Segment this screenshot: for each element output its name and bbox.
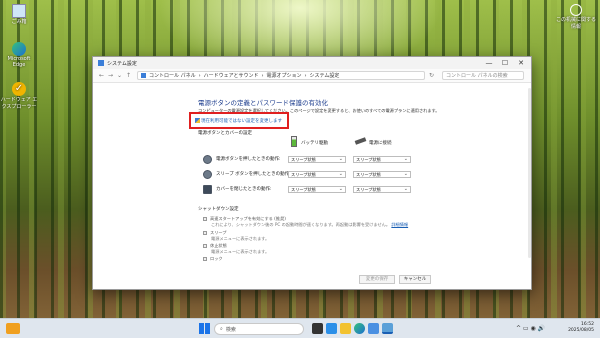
window-icon xyxy=(98,60,104,66)
desktop-icon-hardware[interactable]: ✓ ハードウェア エクスプローラー xyxy=(0,82,38,110)
option-label: ロック xyxy=(210,256,223,261)
column-plugged: 電源に接続 xyxy=(369,141,392,146)
back-icon[interactable]: ← xyxy=(97,72,106,79)
plug-icon xyxy=(354,137,367,145)
checkbox[interactable] xyxy=(203,217,207,221)
lid-row: カバーを閉じたときの動作: xyxy=(203,184,272,194)
date: 2025/08/05 xyxy=(568,328,594,333)
desktop-icon-label: この机械に関する情報 xyxy=(556,17,597,30)
checkbox[interactable] xyxy=(203,231,207,235)
search-icon: ⌕ xyxy=(220,326,223,332)
desktop-icon-system-info[interactable]: この机械に関する情報 xyxy=(556,4,596,30)
file-explorer-icon[interactable] xyxy=(340,323,351,334)
recycle-bin-icon xyxy=(12,4,26,18)
edge-tb-icon[interactable] xyxy=(354,323,365,334)
edge-icon xyxy=(12,42,26,56)
save-button[interactable]: 変更の保存 xyxy=(359,275,395,284)
title-bar[interactable]: システム設定 — ☐ ✕ xyxy=(93,57,531,69)
checkbox[interactable] xyxy=(203,244,207,248)
power-button-row: 電源ボタンを押したときの動作: xyxy=(203,154,281,164)
search-input[interactable]: コントロール パネルの検索 xyxy=(442,71,524,80)
desktop-icon-label: Microsoft Edge xyxy=(7,56,31,68)
row-label: スリープ ボタンを押したときの動作: xyxy=(216,172,291,177)
gear-icon xyxy=(570,4,582,16)
sleep-button-row: スリープ ボタンを押したときの動作: xyxy=(203,169,291,179)
forward-icon[interactable]: → xyxy=(106,72,115,79)
start-button[interactable] xyxy=(199,323,210,334)
chevron-down-icon[interactable]: ⌄ xyxy=(115,72,124,79)
cancel-button[interactable]: キャンセル xyxy=(399,275,431,284)
breadcrumb-item[interactable]: コントロール パネル xyxy=(149,72,196,79)
power-plugged-select[interactable]: スリープ状態 xyxy=(353,156,411,163)
taskbar-search[interactable]: ⌕ 検索 xyxy=(214,323,304,335)
main-content: 電源ボタンの定義とパスワード保護の有効化 コンピューターの電源設定を選択してくだ… xyxy=(93,84,533,291)
desktop-icon-recycle-bin[interactable]: ごみ箱 xyxy=(4,4,34,25)
taskbar: ⌕ 検索 ^ ▭ ◉ 🔊 16:52 2025/08/05 xyxy=(0,318,600,338)
desktop-icon-label: ハードウェア エクスプローラー xyxy=(0,97,38,110)
address-bar: ← → ⌄ ↑ コントロール パネル › ハードウェアとサウンド › 電源オプション… xyxy=(93,69,531,83)
power-battery-select[interactable]: スリープ状態 xyxy=(288,156,346,163)
shield-icon xyxy=(195,118,200,123)
widgets-icon[interactable] xyxy=(6,323,20,334)
scrollbar[interactable] xyxy=(528,88,531,258)
desktop-icon-label: ごみ箱 xyxy=(11,19,27,25)
shutdown-section-title: シャットダウン設定 xyxy=(198,207,239,212)
laptop-lid-icon xyxy=(203,184,212,194)
battery-icon xyxy=(291,136,297,147)
breadcrumb-item[interactable]: 電源オプション xyxy=(267,72,302,79)
sleep-desc: 電源メニューに表示されます。 xyxy=(211,236,270,241)
widgets-tb-icon[interactable] xyxy=(326,323,337,334)
breadcrumb-item[interactable]: システム設定 xyxy=(310,72,340,79)
minimize-button[interactable]: — xyxy=(481,57,497,69)
task-view-icon[interactable] xyxy=(312,323,323,334)
window-title: システム設定 xyxy=(107,60,137,67)
change-settings-link[interactable]: 現在利用可能ではない設定を変更します xyxy=(201,118,282,124)
sleep-plugged-select[interactable]: スリープ状態 xyxy=(353,171,411,178)
sleep-button-icon xyxy=(203,169,212,179)
breadcrumb-item[interactable]: ハードウェアとサウンド xyxy=(204,72,259,79)
checkbox[interactable] xyxy=(203,257,207,261)
search-label: 検索 xyxy=(225,326,236,333)
clock[interactable]: 16:52 2025/08/05 xyxy=(568,322,594,334)
control-panel-icon xyxy=(141,73,146,78)
row-label: カバーを閉じたときの動作: xyxy=(216,187,272,192)
breadcrumb[interactable]: コントロール パネル › ハードウェアとサウンド › 電源オプション › システム設定 xyxy=(137,71,425,80)
details-link[interactable]: 詳細情報 xyxy=(391,222,408,227)
lid-battery-select[interactable]: スリープ状態 xyxy=(288,186,346,193)
up-icon[interactable]: ↑ xyxy=(124,72,133,79)
column-battery: バッテリ駆動 xyxy=(301,141,328,146)
maximize-button[interactable]: ☐ xyxy=(497,57,513,69)
desktop-icon-edge[interactable]: Microsoft Edge xyxy=(2,42,36,68)
control-panel-tb-icon[interactable] xyxy=(382,323,393,334)
lid-plugged-select[interactable]: スリープ状態 xyxy=(353,186,411,193)
fast-startup-desc: これにより、シャットダウン後の PC の起動時間が速くなります。再起動は影響を受… xyxy=(211,222,409,227)
hibernate-desc: 電源メニューに表示されます。 xyxy=(211,249,270,254)
row-label: 電源ボタンを押したときの動作: xyxy=(216,157,281,162)
page-title: 電源ボタンの定義とパスワード保護の有効化 xyxy=(198,99,328,107)
power-button-icon xyxy=(203,154,212,164)
checkmark-icon: ✓ xyxy=(12,82,26,96)
system-settings-window: システム設定 — ☐ ✕ ← → ⌄ ↑ コントロール パネル › ハードウェアと… xyxy=(92,56,532,290)
system-tray[interactable]: ^ ▭ ◉ 🔊 xyxy=(516,325,545,332)
lock-option[interactable]: ロック xyxy=(203,256,223,262)
section-title: 電源ボタンとカバーの設定 xyxy=(198,131,252,136)
refresh-icon[interactable]: ↻ xyxy=(427,72,436,79)
close-button[interactable]: ✕ xyxy=(513,57,529,69)
sleep-battery-select[interactable]: スリープ状態 xyxy=(288,171,346,178)
store-icon[interactable] xyxy=(368,323,379,334)
